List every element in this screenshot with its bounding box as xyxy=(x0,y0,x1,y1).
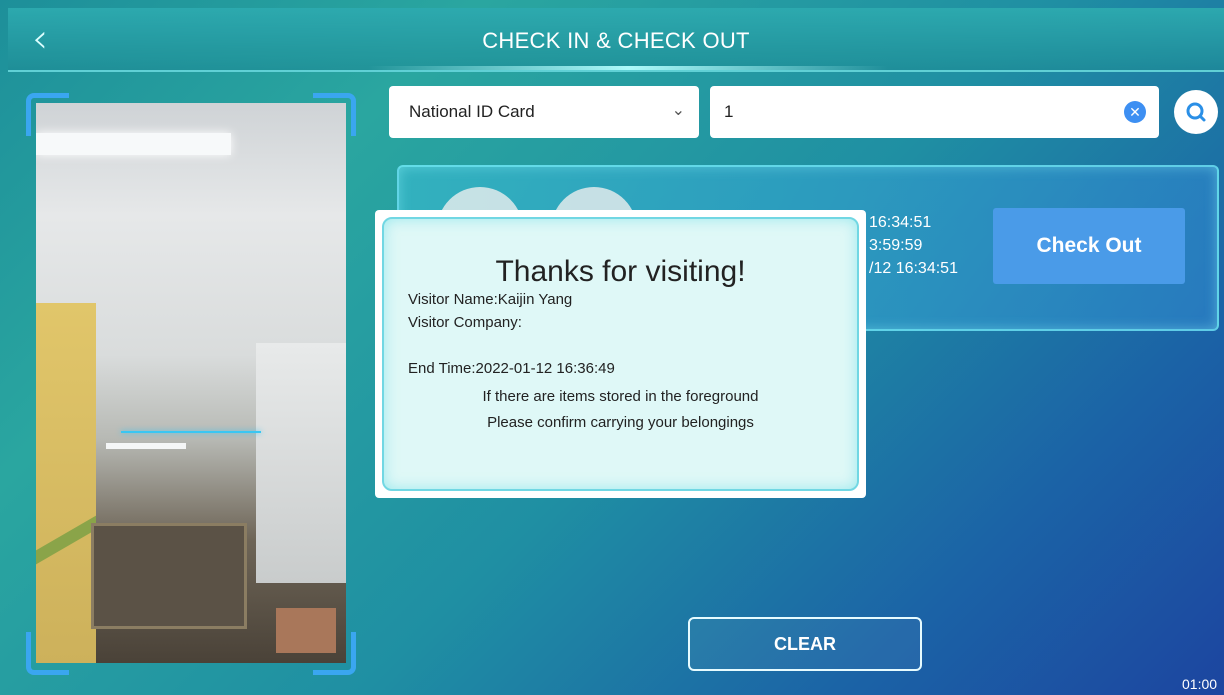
frame-corner xyxy=(26,632,69,675)
header-bar: ‹ CHECK IN & CHECK OUT xyxy=(8,8,1224,72)
frame-corner xyxy=(313,632,356,675)
notice-line: Please confirm carrying your belongings xyxy=(487,414,754,431)
search-field[interactable]: ✕ xyxy=(710,86,1159,138)
frame-corner xyxy=(313,93,356,136)
check-out-button[interactable]: Check Out xyxy=(993,208,1185,284)
visit-times: 16:34:51 3:59:59 /12 16:34:51 xyxy=(869,211,958,280)
search-button[interactable] xyxy=(1174,90,1218,134)
notice-line: If there are items stored in the foregro… xyxy=(482,388,759,405)
scan-line xyxy=(121,431,261,433)
camera-feed xyxy=(36,103,346,663)
time-line: 16:34:51 xyxy=(869,214,932,231)
frame-corner xyxy=(26,93,69,136)
dialog-body: Thanks for visiting! Visitor Name:Kaijin… xyxy=(382,217,859,491)
visitor-name: Visitor Name:Kaijin Yang xyxy=(408,291,573,308)
time-line: 3:59:59 xyxy=(869,237,923,254)
clear-button[interactable]: CLEAR xyxy=(688,617,922,671)
end-time: End Time:2022-01-12 16:36:49 xyxy=(408,360,615,377)
chevron-down-icon: ⌄ xyxy=(671,100,685,119)
time-line: /12 16:34:51 xyxy=(869,260,958,277)
id-type-value: National ID Card xyxy=(409,102,535,121)
clock-readout: 01:00 xyxy=(1182,676,1218,692)
visitor-company: Visitor Company: xyxy=(408,314,522,331)
close-circle-icon[interactable]: ✕ xyxy=(1124,101,1146,123)
camera-preview xyxy=(26,93,356,675)
thanks-dialog: Thanks for visiting! Visitor Name:Kaijin… xyxy=(375,210,866,498)
page-title: CHECK IN & CHECK OUT xyxy=(482,28,750,53)
dialog-heading: Thanks for visiting! xyxy=(495,255,746,288)
header-glow xyxy=(368,66,888,70)
search-input[interactable] xyxy=(722,96,1106,128)
search-icon xyxy=(1186,102,1206,122)
id-type-select[interactable]: National ID Card ⌄ xyxy=(389,86,699,138)
